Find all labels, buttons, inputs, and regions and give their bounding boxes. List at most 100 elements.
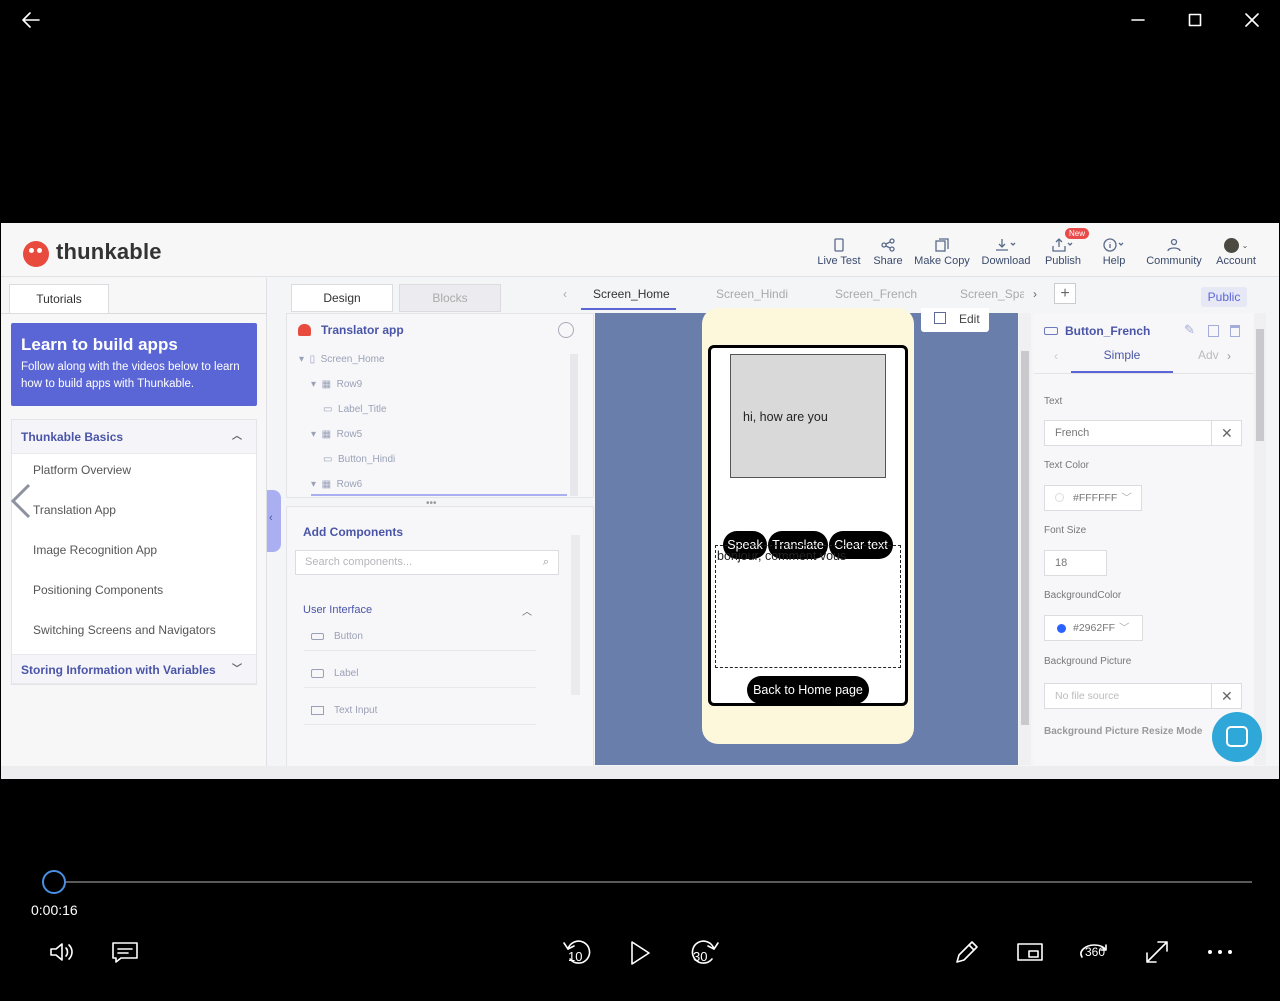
clear-picture-icon[interactable]: ✕ xyxy=(1211,683,1242,709)
seek-thumb[interactable] xyxy=(42,870,67,894)
chat-support-button[interactable] xyxy=(1212,712,1262,762)
font-size-label: Font Size xyxy=(1044,525,1087,536)
prev-chevron-icon[interactable] xyxy=(5,481,33,521)
forward-icon[interactable]: 30 xyxy=(686,936,722,970)
volume-icon[interactable] xyxy=(46,937,78,967)
minimize-icon[interactable] xyxy=(1126,8,1150,32)
collapse-panel-handle[interactable]: ‹ xyxy=(267,490,281,552)
toolbar-label: Share xyxy=(873,255,903,267)
props-scrollbar[interactable] xyxy=(1254,313,1266,765)
input-text-box[interactable]: hi, how are you xyxy=(730,354,886,478)
tutorial-item[interactable]: Translation App xyxy=(12,494,256,534)
screen-tab[interactable]: Screen_Hindi xyxy=(716,287,788,301)
tutorial-item[interactable]: Image Recognition App xyxy=(12,534,256,574)
360-view-icon[interactable]: 360 xyxy=(1077,936,1111,968)
more-options-icon[interactable] xyxy=(1204,938,1236,966)
tab-design[interactable]: Design xyxy=(291,284,393,312)
community-button[interactable]: Community xyxy=(1144,235,1204,267)
mini-view-icon[interactable] xyxy=(1014,937,1046,967)
app-logo-text: thunkable xyxy=(56,239,162,264)
tab-simple[interactable]: Simple xyxy=(1071,348,1173,362)
horizontal-scrollbar[interactable] xyxy=(1,766,1279,779)
toolbar-label: Community xyxy=(1146,255,1202,267)
help-button[interactable]: Help xyxy=(1084,235,1144,267)
rename-pencil-icon[interactable]: ✎ xyxy=(1184,322,1195,338)
back-home-button[interactable]: Back to Home page xyxy=(747,676,869,704)
rewind-icon[interactable]: 10 xyxy=(560,936,596,970)
tree-item[interactable]: ▾ ▦ Row6 xyxy=(311,479,362,490)
selected-component-name: Button_French xyxy=(1065,324,1151,338)
chevron-left-icon: ‹ xyxy=(269,512,273,524)
component-item[interactable]: Text Input xyxy=(304,697,536,725)
make-copy-button[interactable]: Make Copy xyxy=(912,235,972,267)
add-components-panel: Add Components Search components... ⌕ Use… xyxy=(286,506,594,768)
tutorial-item[interactable]: Switching Screens and Navigators xyxy=(12,614,256,654)
scrollbar[interactable] xyxy=(570,354,578,496)
video-frame: thunkable Live Test Share Make Copy Down… xyxy=(1,223,1279,779)
toolbar-label: Account xyxy=(1216,255,1256,267)
phone-preview: hi, how are you Speak Translate Clear te… xyxy=(702,308,914,744)
play-icon[interactable] xyxy=(625,937,655,969)
screen-tab[interactable]: Screen_French xyxy=(835,287,917,301)
public-badge[interactable]: Public xyxy=(1201,287,1247,307)
app-header: thunkable Live Test Share Make Copy Down… xyxy=(1,223,1279,277)
community-icon xyxy=(1144,235,1204,255)
duplicate-icon[interactable] xyxy=(1208,325,1219,337)
screen-prev-icon[interactable]: ‹ xyxy=(563,287,567,301)
resize-mode-label: Background Picture Resize Mode xyxy=(1044,726,1203,737)
download-button[interactable]: Download xyxy=(976,235,1036,267)
pen-icon[interactable] xyxy=(951,936,983,968)
edit-button[interactable]: Edit xyxy=(921,308,989,332)
component-item[interactable]: Label xyxy=(304,660,536,688)
settings-gear-icon[interactable] xyxy=(558,322,574,338)
text-color-picker[interactable]: #FFFFFF ﹀ xyxy=(1044,485,1142,511)
account-button[interactable]: ⌄ Account xyxy=(1206,235,1266,267)
tab-blocks[interactable]: Blocks xyxy=(399,284,501,312)
scrollbar[interactable] xyxy=(571,535,580,695)
screen-next-icon[interactable]: › xyxy=(1033,287,1037,301)
section-label: Storing Information with Variables xyxy=(21,663,216,677)
tutorial-item[interactable]: Platform Overview xyxy=(12,454,256,494)
tutorial-item[interactable]: Positioning Components xyxy=(12,574,256,614)
font-size-input[interactable]: 18 xyxy=(1044,550,1107,576)
section-variables[interactable]: Storing Information with Variables ﹀ xyxy=(12,654,256,684)
tab-next-icon[interactable]: › xyxy=(1227,349,1231,363)
tree-item[interactable]: ▾ ▯ Screen_Home xyxy=(299,354,385,365)
captions-icon[interactable] xyxy=(109,937,141,967)
bgcolor-picker[interactable]: #2962FF ﹀ xyxy=(1044,615,1143,641)
fullscreen-icon[interactable] xyxy=(1141,936,1173,968)
screen-tab[interactable]: Screen_Span xyxy=(960,287,1024,301)
close-icon[interactable] xyxy=(1240,8,1264,32)
share-icon xyxy=(858,235,918,255)
component-search-input[interactable]: Search components... ⌕ xyxy=(295,550,559,575)
section-thunkable-basics[interactable]: Thunkable Basics ︿ xyxy=(12,420,256,454)
tutorial-accordion: Thunkable Basics ︿ Platform Overview Tran… xyxy=(11,419,257,685)
tree-item[interactable]: ▾ ▦ Row5 xyxy=(311,429,362,440)
add-screen-button[interactable]: + xyxy=(1054,283,1076,304)
delete-trash-icon[interactable] xyxy=(1230,325,1240,337)
canvas-scrollbar[interactable] xyxy=(1019,313,1031,765)
tree-item[interactable]: ▭ Label_Title xyxy=(323,404,387,415)
screen-tab[interactable]: Screen_Home xyxy=(593,287,670,301)
text-prop-input[interactable]: French xyxy=(1044,420,1212,446)
maximize-icon[interactable] xyxy=(1183,8,1207,32)
tab-advanced[interactable]: Adv xyxy=(1198,348,1219,362)
bgpicture-input[interactable]: No file source xyxy=(1044,683,1212,709)
learn-banner: Learn to build apps Follow along with th… xyxy=(11,323,257,406)
chat-icon xyxy=(1226,726,1248,747)
back-arrow-icon[interactable] xyxy=(18,8,44,32)
seek-bar[interactable] xyxy=(42,881,1252,883)
tree-item[interactable]: ▭ Button_Hindi xyxy=(323,454,395,465)
search-icon: ⌕ xyxy=(542,556,549,568)
output-text: bonjour, comment vous xyxy=(717,549,847,563)
clear-text-icon[interactable]: ✕ xyxy=(1211,420,1242,446)
component-item[interactable]: Button xyxy=(304,623,536,651)
tab-tutorials[interactable]: Tutorials xyxy=(9,284,109,313)
chevron-up-icon[interactable]: ︿ xyxy=(522,603,532,618)
phone-screen: hi, how are you Speak Translate Clear te… xyxy=(708,345,908,706)
thunkable-logo-icon xyxy=(23,241,49,267)
tab-prev-icon[interactable]: ‹ xyxy=(1054,349,1058,363)
tree-item[interactable]: ▾ ▦ Row9 xyxy=(311,379,362,390)
share-button[interactable]: Share xyxy=(858,235,918,267)
output-label[interactable]: bonjour, comment vous xyxy=(715,545,901,668)
